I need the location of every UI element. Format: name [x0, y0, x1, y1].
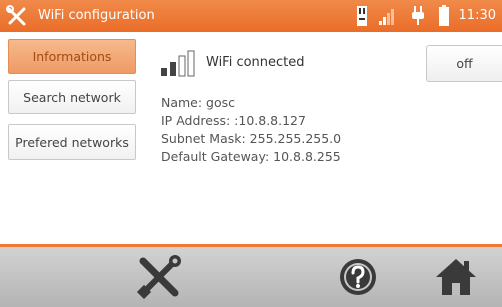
clock: 11:30	[458, 8, 496, 23]
wifi-status-text: WiFi connected	[206, 55, 305, 70]
title-bar: WiFi configuration 11:30	[0, 0, 502, 32]
help-icon[interactable]	[334, 255, 382, 299]
ip-address: IP Address: :10.8.8.127	[161, 113, 306, 128]
wifi-toggle-button[interactable]: off	[426, 45, 502, 82]
wifi-signal-icon	[161, 50, 195, 77]
sd-card-icon	[357, 6, 367, 26]
subnet-mask: Subnet Mask: 255.255.255.0	[161, 131, 342, 146]
settings-tools-icon[interactable]	[135, 255, 183, 299]
tab-informations[interactable]: Informations	[8, 39, 136, 74]
default-gateway: Default Gateway: 10.8.8.255	[161, 149, 341, 164]
home-icon[interactable]	[432, 255, 480, 299]
window-title: WiFi configuration	[38, 8, 155, 23]
main-content: Informations Search network Prefered net…	[0, 32, 502, 244]
plug-icon	[412, 6, 424, 25]
battery-icon	[439, 5, 449, 26]
bottom-bar	[0, 247, 502, 307]
signal-strength-icon	[379, 9, 394, 25]
tab-prefered-networks[interactable]: Prefered networks	[8, 124, 136, 160]
network-name: Name: gosc	[161, 95, 236, 110]
tab-search-network[interactable]: Search network	[8, 80, 136, 114]
wrench-screwdriver-icon	[6, 5, 26, 26]
